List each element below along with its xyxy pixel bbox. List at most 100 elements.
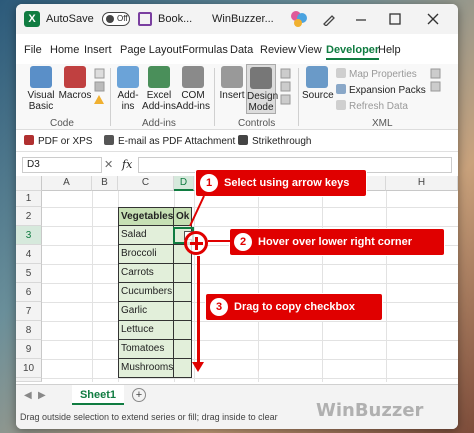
save-icon[interactable] [138,12,152,26]
email-pdf-button[interactable]: E-mail as PDF Attachment [104,135,235,147]
ribbon-tabs: File Home Insert Page Layout Formulas Da… [16,42,458,94]
maximize-icon[interactable] [388,12,402,26]
design-mode-button[interactable]: Design Mode [246,64,278,114]
excel-addins-button[interactable]: Excel Add-ins [142,66,176,112]
column-header-c[interactable]: C [118,176,174,191]
fx-icon[interactable]: fx [122,158,132,171]
row-header-4[interactable]: 4 [16,245,42,264]
tab-page-layout[interactable]: Page Layout [120,44,182,56]
com-addins-button[interactable]: COM Add-ins [176,66,210,112]
map-properties-item[interactable]: Map Properties [336,68,417,80]
row-header-5[interactable]: 5 [16,264,42,283]
callout-step-3: 3 Drag to copy checkbox [206,294,382,320]
cancel-icon[interactable]: ✕ [104,158,113,171]
group-separator [298,68,299,126]
xml-import-export-icon[interactable] [430,68,442,108]
tab-view[interactable]: View [298,44,322,56]
macro-tools-icon[interactable] [94,68,106,108]
visual-basic-button[interactable]: Visual Basic [22,66,60,112]
row-header-1[interactable]: 1 [16,191,42,207]
step-number: 3 [210,298,228,316]
gridline [42,283,458,284]
table-cell-ok[interactable] [174,359,192,378]
add-sheet-button[interactable]: + [132,388,146,402]
table-cell-vegetable[interactable]: Tomatoes [118,340,174,359]
group-separator [110,68,111,126]
gridline [386,191,387,382]
copilot-icon[interactable] [290,10,308,28]
macros-button[interactable]: Macros [58,66,92,101]
tab-developer[interactable]: Developer [326,44,380,60]
visual-basic-icon [30,66,52,88]
gridline [42,359,458,360]
column-header-b[interactable]: B [92,176,118,191]
table-cell-vegetable[interactable]: Salad greens [118,226,174,258]
callout-step-2: 2 Hover over lower right corner [230,229,444,255]
strikethrough-button[interactable]: Strikethrough [238,135,311,147]
table-cell-vegetable[interactable]: Broccoli [118,245,174,264]
row-header-10[interactable]: 10 [16,359,42,378]
prev-sheet-arrow[interactable]: ◀ [24,390,32,401]
row-header-3[interactable]: 3 [16,226,42,245]
table-cell-vegetable[interactable]: Garlic [118,302,174,321]
group-label-addins: Add-ins [142,118,176,129]
gridline [42,378,458,379]
tab-formulas[interactable]: Formulas [182,44,228,56]
gridline [42,340,458,341]
addins-icon [117,66,139,88]
insert-control-button[interactable]: Insert [218,66,246,101]
tab-home[interactable]: Home [50,44,79,56]
callout-text: Select using arrow keys [224,177,350,189]
callout-text: Hover over lower right corner [258,236,413,248]
name-box[interactable]: D3 [22,157,102,173]
group-label-code: Code [50,118,74,129]
column-header-h[interactable]: H [386,176,458,191]
pen-icon[interactable] [322,12,336,26]
column-header-d[interactable]: D [174,176,194,191]
table-cell-ok[interactable] [174,302,192,321]
row-header-8[interactable]: 8 [16,321,42,340]
row-header-2[interactable]: 2 [16,207,42,226]
row-header-7[interactable]: 7 [16,302,42,321]
tab-file[interactable]: File [24,44,42,56]
column-header-a[interactable]: A [42,176,92,191]
autosave-label: AutoSave [46,13,94,25]
control-properties-icon[interactable] [280,68,292,108]
tab-data[interactable]: Data [230,44,253,56]
sheet-tab-sheet1[interactable]: Sheet1 [72,385,124,405]
tab-help[interactable]: Help [378,44,401,56]
strikethrough-icon [238,135,248,145]
close-icon[interactable] [426,12,440,26]
row-header-9[interactable]: 9 [16,340,42,359]
select-all-corner[interactable] [16,176,42,191]
refresh-data-item[interactable]: Refresh Data [336,100,408,112]
row-header-11[interactable]: 11 [16,378,42,382]
document-name: WinBuzzer... [212,13,274,25]
pdf-xps-button[interactable]: PDF or XPS [24,135,92,147]
table-cell-vegetable[interactable]: Lettuce [118,321,174,340]
source-button[interactable]: Source [302,66,334,101]
table-cell-ok[interactable] [174,321,192,340]
worksheet-grid[interactable]: A B C D E F G H 1 2 3 4 5 6 7 8 9 10 11 [16,170,458,382]
source-label: Source [302,90,334,101]
tab-review[interactable]: Review [260,44,296,56]
row-header-6[interactable]: 6 [16,283,42,302]
table-header-vegetables[interactable]: Vegetables [118,207,174,226]
next-sheet-arrow[interactable]: ▶ [38,390,46,401]
book-title: Book... [158,13,193,25]
group-label-xml: XML [372,118,393,129]
group-separator [214,68,215,126]
addins-button[interactable]: Add-ins [114,66,142,112]
table-cell-vegetable[interactable]: Carrots [118,264,174,283]
gridline [92,191,93,382]
table-cell-vegetable[interactable]: Cucumbers [118,283,174,302]
table-cell-ok[interactable] [174,283,192,302]
gridline [322,191,323,382]
table-cell-ok[interactable] [174,264,192,283]
minimize-icon[interactable] [354,12,368,26]
expansion-packs-item[interactable]: Expansion Packs [336,84,426,96]
table-cell-ok[interactable] [174,340,192,359]
autosave-toggle[interactable]: Off [102,12,130,26]
tab-insert[interactable]: Insert [84,44,112,56]
table-cell-vegetable[interactable]: Mushrooms [118,359,174,378]
